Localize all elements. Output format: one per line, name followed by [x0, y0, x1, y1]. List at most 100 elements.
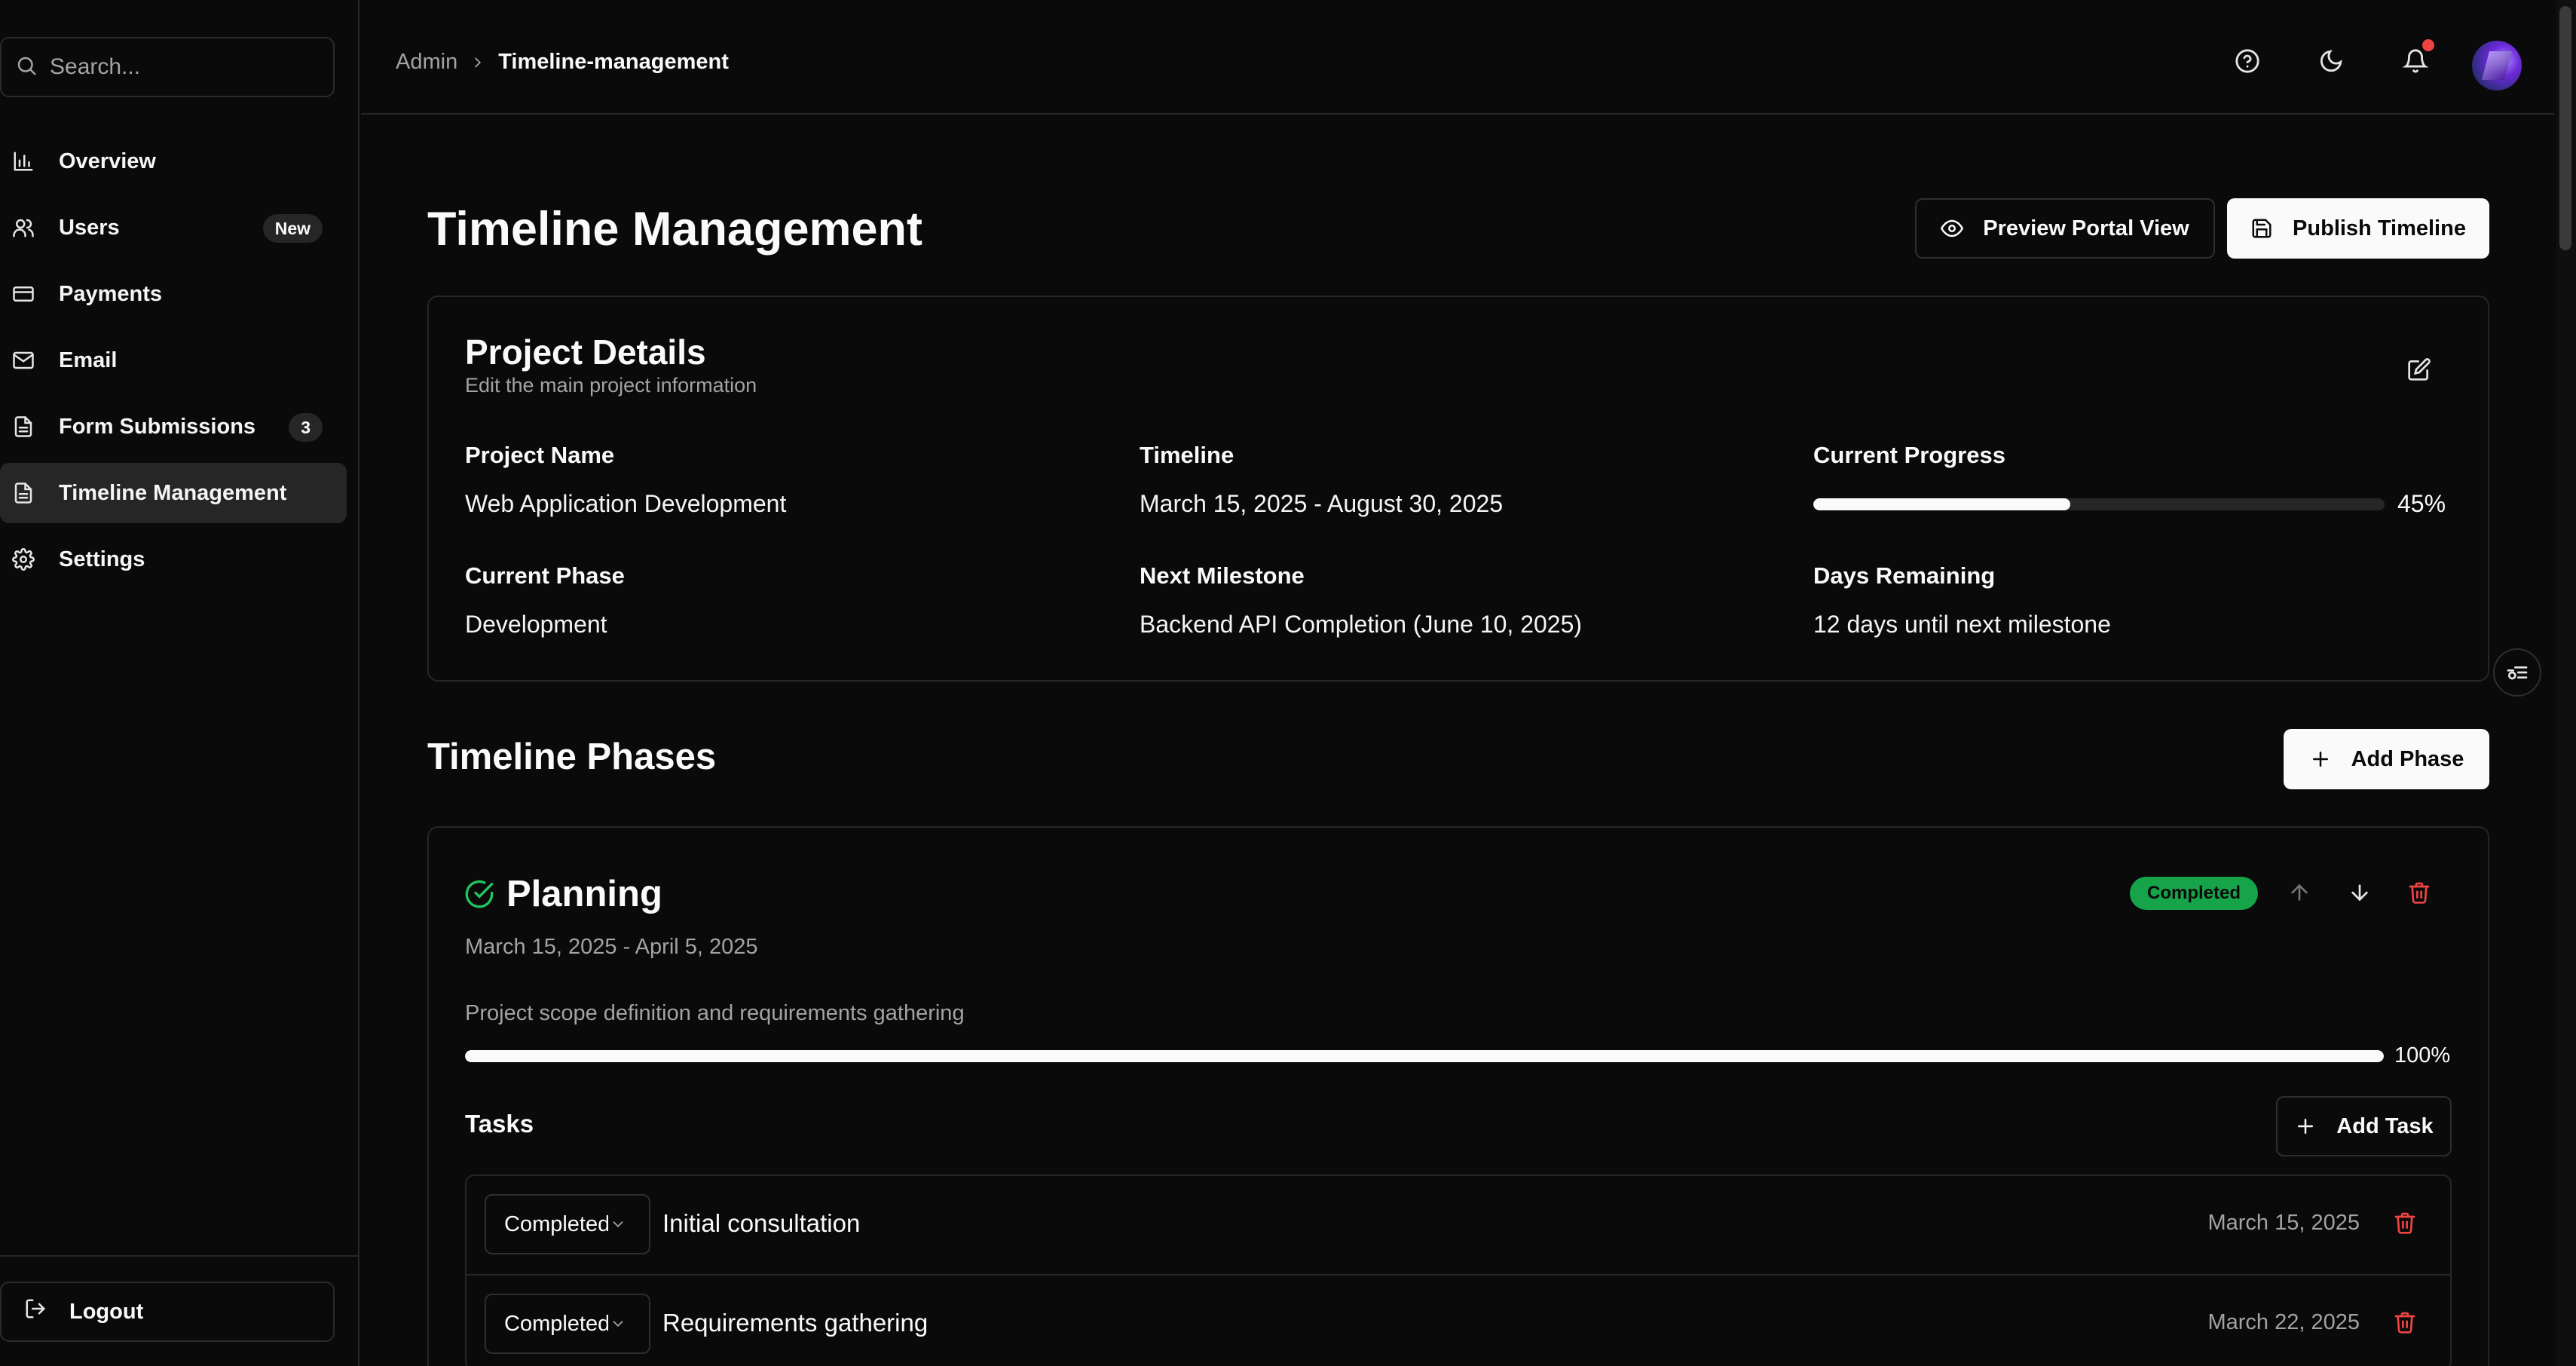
moon-icon — [2320, 50, 2342, 72]
phase-dates: March 15, 2025 - April 5, 2025 — [465, 935, 758, 959]
plus-icon — [2298, 1119, 2314, 1134]
file-text-icon — [11, 480, 36, 506]
page-title: Timeline Management — [427, 203, 923, 256]
check-circle-icon — [464, 879, 494, 909]
days-remaining-value: 12 days until next milestone — [1813, 611, 2111, 638]
phase-progress-percent: 100% — [2394, 1043, 2451, 1067]
task-status-select[interactable]: Completed — [485, 1194, 650, 1254]
scrollbar-thumb[interactable] — [2559, 6, 2571, 250]
next-milestone-label: Next Milestone — [1140, 562, 1305, 589]
bell-icon — [2402, 49, 2429, 73]
sidebar-item-timeline-management[interactable]: Timeline Management — [0, 463, 347, 523]
sidebar-item-settings[interactable]: Settings — [0, 529, 347, 590]
bar-chart-icon — [11, 149, 36, 174]
publish-timeline-label: Publish Timeline — [2293, 216, 2466, 240]
breadcrumb-current: Timeline-management — [498, 50, 729, 74]
move-phase-up-button[interactable] — [2287, 881, 2313, 906]
floating-tools-button[interactable] — [2493, 648, 2541, 697]
preview-portal-label: Preview Portal View — [1983, 216, 2189, 240]
help-circle-icon — [2235, 49, 2259, 73]
trash-icon — [2394, 1212, 2415, 1234]
delete-phase-button[interactable] — [2407, 881, 2433, 906]
sidebar-item-payments[interactable]: Payments — [0, 264, 347, 324]
current-phase-value: Development — [465, 611, 607, 638]
current-progress-label: Current Progress — [1813, 442, 2005, 468]
edit-project-button[interactable] — [2407, 357, 2433, 383]
preview-portal-button[interactable]: Preview Portal View — [1915, 198, 2215, 259]
chevron-down-icon — [613, 1221, 623, 1228]
sidebar-item-users[interactable]: Users New — [0, 198, 347, 258]
days-remaining-label: Days Remaining — [1813, 562, 1996, 589]
breadcrumb: Admin Timeline-management — [396, 50, 729, 75]
current-phase-label: Current Phase — [465, 562, 625, 589]
plus-icon — [2312, 752, 2328, 767]
timeline-label: Timeline — [1140, 442, 1234, 468]
search-input[interactable] — [50, 54, 321, 80]
timeline-value: March 15, 2025 - August 30, 2025 — [1140, 490, 1504, 517]
chevron-down-icon — [613, 1321, 623, 1328]
help-button[interactable] — [2235, 48, 2262, 75]
project-progress-bar — [1813, 498, 2385, 510]
move-phase-down-button[interactable] — [2348, 881, 2373, 906]
file-text-icon — [11, 414, 36, 440]
sidebar-item-label: Form Submissions — [59, 414, 256, 439]
theme-toggle-button[interactable] — [2318, 48, 2345, 75]
project-details-subtitle: Edit the main project information — [465, 374, 757, 397]
app-root: Overview Users New Payments Email — [0, 0, 2576, 1366]
phase-progress-fill — [465, 1050, 2384, 1062]
sidebar-item-label: Email — [59, 348, 118, 372]
project-name-label: Project Name — [465, 442, 615, 468]
credit-card-icon — [11, 281, 36, 307]
arrow-up-icon — [2291, 884, 2308, 901]
trash-icon — [2409, 882, 2430, 904]
next-milestone-value: Backend API Completion (June 10, 2025) — [1140, 611, 1583, 638]
logout-label: Logout — [69, 1299, 144, 1324]
delete-task-button[interactable] — [2393, 1310, 2418, 1336]
add-task-button[interactable]: Add Task — [2276, 1096, 2452, 1156]
search-icon — [15, 54, 38, 81]
task-date: March 22, 2025 — [2207, 1310, 2360, 1334]
sidebar-item-overview[interactable]: Overview — [0, 131, 347, 191]
sidebar: Overview Users New Payments Email — [0, 0, 359, 1366]
add-phase-button[interactable]: Add Phase — [2284, 729, 2489, 789]
publish-timeline-button[interactable]: Publish Timeline — [2227, 198, 2489, 259]
search-box[interactable] — [0, 37, 335, 97]
project-progress-fill — [1813, 498, 2071, 510]
eye-icon — [1941, 219, 1964, 237]
phase-title: Planning — [506, 874, 662, 914]
status-badge: Completed — [2130, 877, 2258, 910]
task-row: Completed Requirements gathering March 2… — [467, 1274, 2450, 1366]
save-icon — [2252, 219, 2272, 238]
task-list: Completed Initial consultation March 15,… — [465, 1175, 2452, 1366]
task-name: Initial consultation — [662, 1209, 861, 1237]
sidebar-item-label: Timeline Management — [59, 480, 287, 505]
add-phase-label: Add Phase — [2351, 746, 2464, 771]
notifications-button[interactable] — [2402, 39, 2434, 75]
project-progress-percent: 45% — [2397, 490, 2446, 517]
logout-button[interactable]: Logout — [0, 1282, 335, 1342]
sidebar-item-label: Settings — [59, 547, 145, 571]
sliders-icon — [2507, 666, 2528, 680]
sidebar-item-form-submissions[interactable]: Form Submissions 3 — [0, 397, 347, 457]
sidebar-divider — [0, 1255, 359, 1257]
trash-icon — [2394, 1312, 2415, 1334]
mail-icon — [11, 348, 36, 373]
timeline-phases-title: Timeline Phases — [427, 737, 717, 777]
count-badge: 3 — [289, 413, 323, 442]
new-badge: New — [262, 214, 323, 243]
sidebar-item-label: Overview — [59, 149, 156, 173]
users-icon — [11, 215, 36, 240]
sidebar-item-email[interactable]: Email — [0, 330, 347, 391]
top-bar: Admin Timeline-management — [361, 0, 2554, 115]
gear-icon — [11, 547, 36, 572]
phase-description: Project scope definition and requirement… — [465, 1001, 965, 1025]
task-row: Completed Initial consultation March 15,… — [467, 1176, 2450, 1274]
delete-task-button[interactable] — [2393, 1211, 2418, 1236]
sidebar-item-label: Users — [59, 215, 120, 240]
breadcrumb-admin-link[interactable]: Admin — [396, 50, 457, 75]
scrollbar[interactable] — [2556, 0, 2576, 1366]
project-name-value: Web Application Development — [465, 490, 787, 517]
avatar[interactable] — [2472, 41, 2522, 90]
sidebar-nav: Overview Users New Payments Email Form S… — [0, 131, 347, 596]
task-status-select[interactable]: Completed — [485, 1294, 650, 1354]
